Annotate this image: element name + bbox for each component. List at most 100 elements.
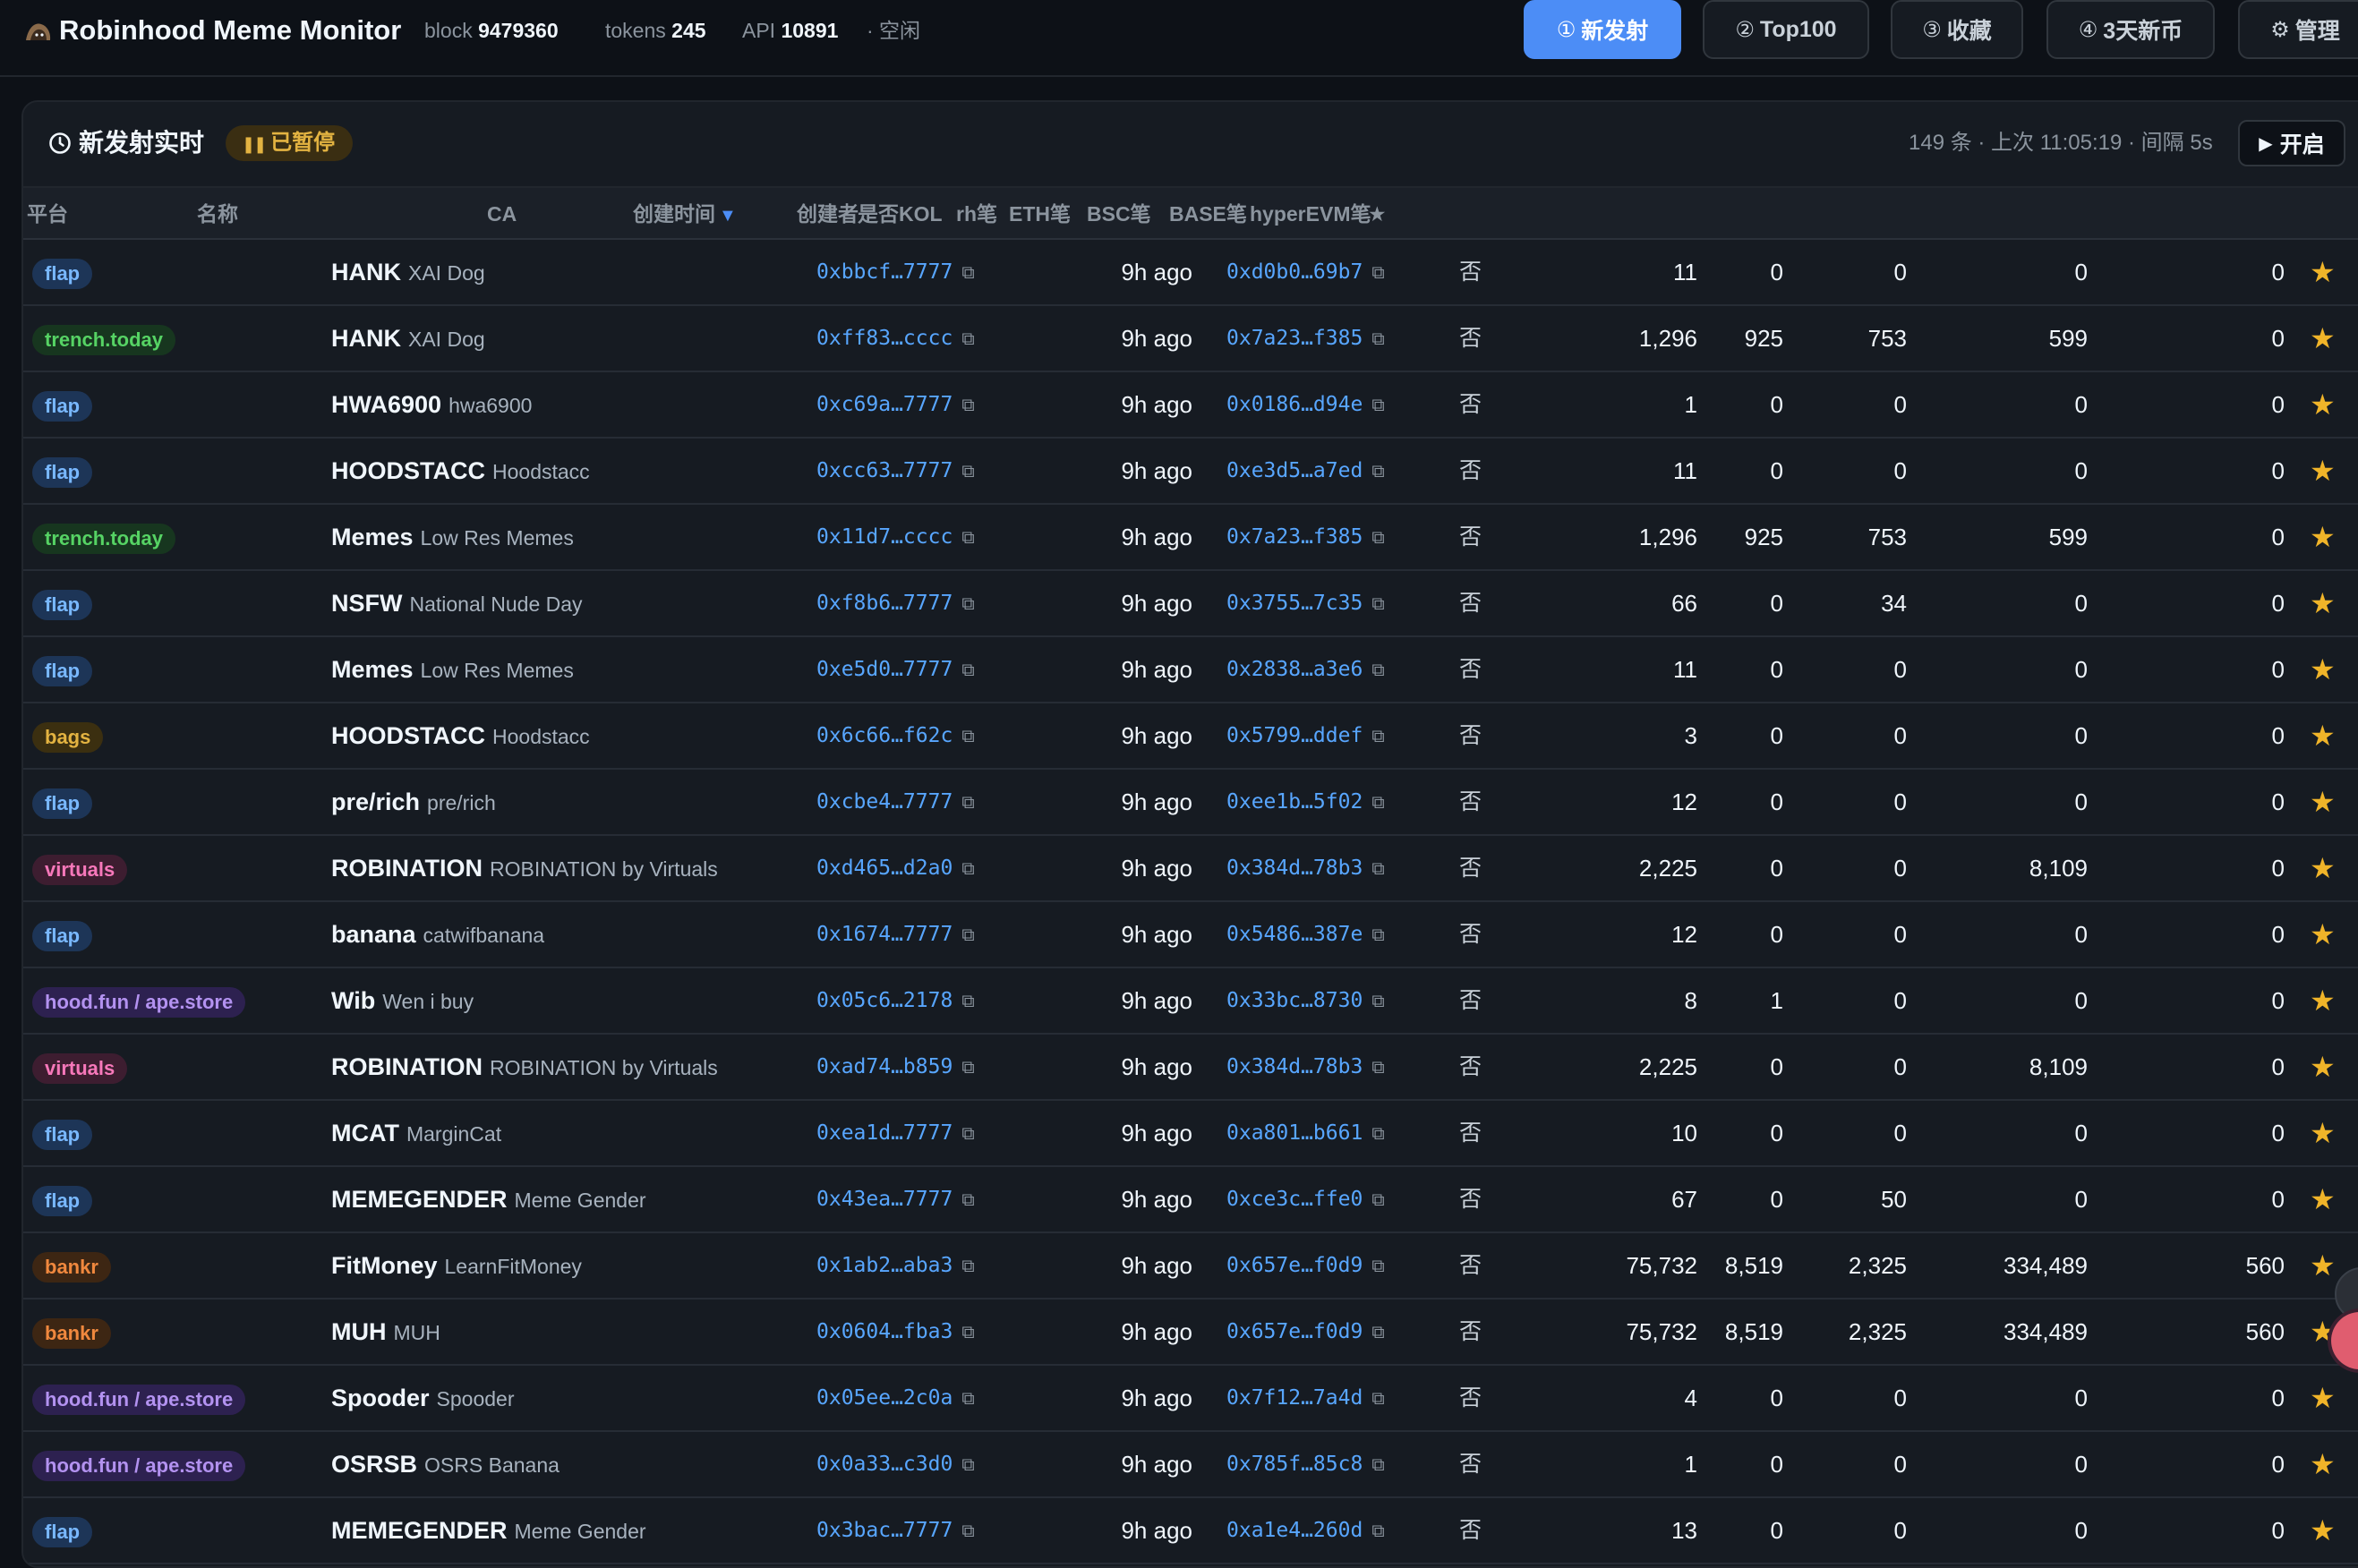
contract-address[interactable]: 0x43ea…7777 ⧉ [816, 1167, 975, 1231]
copy-icon[interactable]: ⧉ [1371, 857, 1384, 879]
table-row[interactable]: virtuals ROBINATION ROBINATION by Virtuals… [23, 1035, 2358, 1101]
copy-icon[interactable]: ⧉ [961, 592, 974, 614]
creator-address[interactable]: 0x384d…78b3 ⧉ [1226, 1035, 1385, 1099]
favorite-star-icon[interactable]: ★ [2310, 1498, 2336, 1563]
table-row[interactable]: flap MEMEGENDER Meme Gender 0x3bac…7777 ⧉ 9h … [23, 1498, 2358, 1564]
tab-manage[interactable]: ⚙ 管理 [2238, 0, 2358, 59]
copy-icon[interactable]: ⧉ [961, 261, 974, 283]
copy-icon[interactable]: ⧉ [961, 1255, 974, 1276]
creator-address[interactable]: 0x657e…f0d9 ⧉ [1226, 1300, 1385, 1364]
favorite-star-icon[interactable]: ★ [2310, 902, 2336, 967]
copy-icon[interactable]: ⧉ [961, 791, 974, 813]
copy-icon[interactable]: ⧉ [961, 526, 974, 548]
creator-address[interactable]: 0x7a23…f385 ⧉ [1226, 505, 1385, 569]
favorite-star-icon[interactable]: ★ [2310, 1101, 2336, 1165]
creator-address[interactable]: 0xce3c…ffe0 ⧉ [1226, 1167, 1385, 1231]
copy-icon[interactable]: ⧉ [1371, 990, 1384, 1011]
favorite-star-icon[interactable]: ★ [2310, 372, 2336, 437]
col-eth[interactable]: ETH笔 [1008, 188, 1071, 240]
favorite-star-icon[interactable]: ★ [2310, 703, 2336, 768]
contract-address[interactable]: 0xe5d0…7777 ⧉ [816, 637, 975, 702]
copy-icon[interactable]: ⧉ [1371, 394, 1384, 415]
creator-address[interactable]: 0x657e…f0d9 ⧉ [1226, 1233, 1385, 1298]
copy-icon[interactable]: ⧉ [1371, 725, 1384, 746]
creator-address[interactable]: 0x7f12…7a4d ⧉ [1226, 1366, 1385, 1430]
copy-icon[interactable]: ⧉ [961, 1321, 974, 1342]
favorite-star-icon[interactable]: ★ [2310, 770, 2336, 834]
table-row[interactable]: trench.today Memes Low Res Memes 0x11d7…ccc… [23, 505, 2358, 571]
copy-icon[interactable]: ⧉ [1371, 1321, 1384, 1342]
tab-new-launch[interactable]: ① 新发射 [1524, 0, 1681, 59]
contract-address[interactable]: 0xcbe4…7777 ⧉ [816, 770, 975, 834]
contract-address[interactable]: 0x6c66…f62c ⧉ [816, 703, 975, 768]
copy-icon[interactable]: ⧉ [1371, 659, 1384, 680]
contract-address[interactable]: 0x1ab2…aba3 ⧉ [816, 1233, 975, 1298]
copy-icon[interactable]: ⧉ [961, 1520, 974, 1541]
start-button[interactable]: ▶ 开启 [2238, 120, 2345, 166]
contract-address[interactable]: 0x0a33…c3d0 ⧉ [816, 1432, 975, 1496]
col-favorite-star-icon[interactable]: ★ [1368, 188, 1387, 240]
favorite-star-icon[interactable]: ★ [2310, 571, 2336, 635]
copy-icon[interactable]: ⧉ [1371, 1189, 1384, 1210]
table-row[interactable]: flap Memes Low Res Memes 0xe5d0…7777 ⧉ 9h ago… [23, 637, 2358, 703]
contract-address[interactable]: 0x11d7…cccc ⧉ [816, 505, 975, 569]
table-row[interactable]: flap banana catwifbanana 0x1674…7777 ⧉ 9h ago… [23, 902, 2358, 968]
contract-address[interactable]: 0x0604…fba3 ⧉ [816, 1300, 975, 1364]
copy-icon[interactable]: ⧉ [1371, 1387, 1384, 1409]
table-row[interactable]: bankr MUH MUH 0x0604…fba3 ⧉ 9h ago 0x657e…f0d9… [23, 1300, 2358, 1366]
table-row[interactable]: hood.fun / ape.store Wib Wen i buy 0x05c6…2… [23, 968, 2358, 1035]
creator-address[interactable]: 0xa801…b661 ⧉ [1226, 1101, 1385, 1165]
table-row[interactable]: bags HOODSTACC Hoodstacc 0x6c66…f62c ⧉ 9h ago… [23, 703, 2358, 770]
copy-icon[interactable]: ⧉ [1371, 1520, 1384, 1541]
col-creator[interactable]: 创建者 [797, 188, 859, 240]
copy-icon[interactable]: ⧉ [961, 659, 974, 680]
table-row[interactable]: bankr FitMoney LearnFitMoney 0x1ab2…aba3 ⧉ 9h… [23, 1233, 2358, 1300]
tab-top100[interactable]: ② Top100 [1703, 0, 1869, 59]
table-row[interactable]: flap NSFW National Nude Day 0xf8b6…7777 ⧉ 9h … [23, 571, 2358, 637]
table-row[interactable]: flap pre/rich pre/rich 0xcbe4…7777 ⧉ 9h ago 0x… [23, 770, 2358, 836]
contract-address[interactable]: 0xd465…d2a0 ⧉ [816, 836, 975, 900]
col-bsc[interactable]: BSC笔 [1087, 188, 1151, 240]
creator-address[interactable]: 0x0186…d94e ⧉ [1226, 372, 1385, 437]
copy-icon[interactable]: ⧉ [1371, 791, 1384, 813]
creator-address[interactable]: 0x384d…78b3 ⧉ [1226, 836, 1385, 900]
table-row[interactable]: flap MCAT MarginCat 0xea1d…7777 ⧉ 9h ago 0xa80… [23, 1101, 2358, 1167]
copy-icon[interactable]: ⧉ [961, 1453, 974, 1475]
copy-icon[interactable]: ⧉ [1371, 924, 1384, 945]
favorite-star-icon[interactable]: ★ [2310, 240, 2336, 304]
contract-address[interactable]: 0xc69a…7777 ⧉ [816, 372, 975, 437]
col-name[interactable]: 名称 [197, 188, 238, 240]
contract-address[interactable]: 0xad74…b859 ⧉ [816, 1035, 975, 1099]
contract-address[interactable]: 0xf8b6…7777 ⧉ [816, 571, 975, 635]
tab-3day-new[interactable]: ④ 3天新币 [2046, 0, 2215, 59]
copy-icon[interactable]: ⧉ [1371, 1122, 1384, 1144]
creator-address[interactable]: 0x33bc…8730 ⧉ [1226, 968, 1385, 1033]
table-row[interactable]: flap HWA6900 hwa6900 0xc69a…7777 ⧉ 9h ago 0x01… [23, 372, 2358, 439]
contract-address[interactable]: 0x3bac…7777 ⧉ [816, 1498, 975, 1563]
table-row[interactable]: trench.today HANK XAI Dog 0xff83…cccc ⧉ 9h ag… [23, 306, 2358, 372]
copy-icon[interactable]: ⧉ [961, 394, 974, 415]
contract-address[interactable]: 0xea1d…7777 ⧉ [816, 1101, 975, 1165]
table-row[interactable]: hood.fun / ape.store Spooder Spooder 0x05ee… [23, 1366, 2358, 1432]
copy-icon[interactable]: ⧉ [961, 1387, 974, 1409]
favorite-star-icon[interactable]: ★ [2310, 1432, 2336, 1496]
contract-address[interactable]: 0xcc63…7777 ⧉ [816, 439, 975, 503]
col-rh[interactable]: rh笔 [953, 188, 997, 240]
favorite-star-icon[interactable]: ★ [2310, 1233, 2336, 1298]
creator-address[interactable]: 0xd0b0…69b7 ⧉ [1226, 240, 1385, 304]
copy-icon[interactable]: ⧉ [961, 1122, 974, 1144]
table-row[interactable]: flap MEMEGENDER Meme Gender 0x43ea…7777 ⧉ 9h … [23, 1167, 2358, 1233]
contract-address[interactable]: 0xbbcf…7777 ⧉ [816, 240, 975, 304]
copy-icon[interactable]: ⧉ [961, 1189, 974, 1210]
creator-address[interactable]: 0x5486…387e ⧉ [1226, 902, 1385, 967]
copy-icon[interactable]: ⧉ [1371, 1056, 1384, 1078]
creator-address[interactable]: 0x5799…ddef ⧉ [1226, 703, 1385, 768]
copy-icon[interactable]: ⧉ [961, 924, 974, 945]
copy-icon[interactable]: ⧉ [1371, 592, 1384, 614]
col-platform[interactable]: 平台 [27, 188, 68, 240]
copy-icon[interactable]: ⧉ [1371, 261, 1384, 283]
creator-address[interactable]: 0xe3d5…a7ed ⧉ [1226, 439, 1385, 503]
col-hyperevm[interactable]: hyperEVM笔 [1250, 188, 1371, 240]
creator-address[interactable]: 0x2838…a3e6 ⧉ [1226, 637, 1385, 702]
table-row[interactable]: hood.fun / ape.store OSRSB OSRS Banana 0x0a… [23, 1432, 2358, 1498]
